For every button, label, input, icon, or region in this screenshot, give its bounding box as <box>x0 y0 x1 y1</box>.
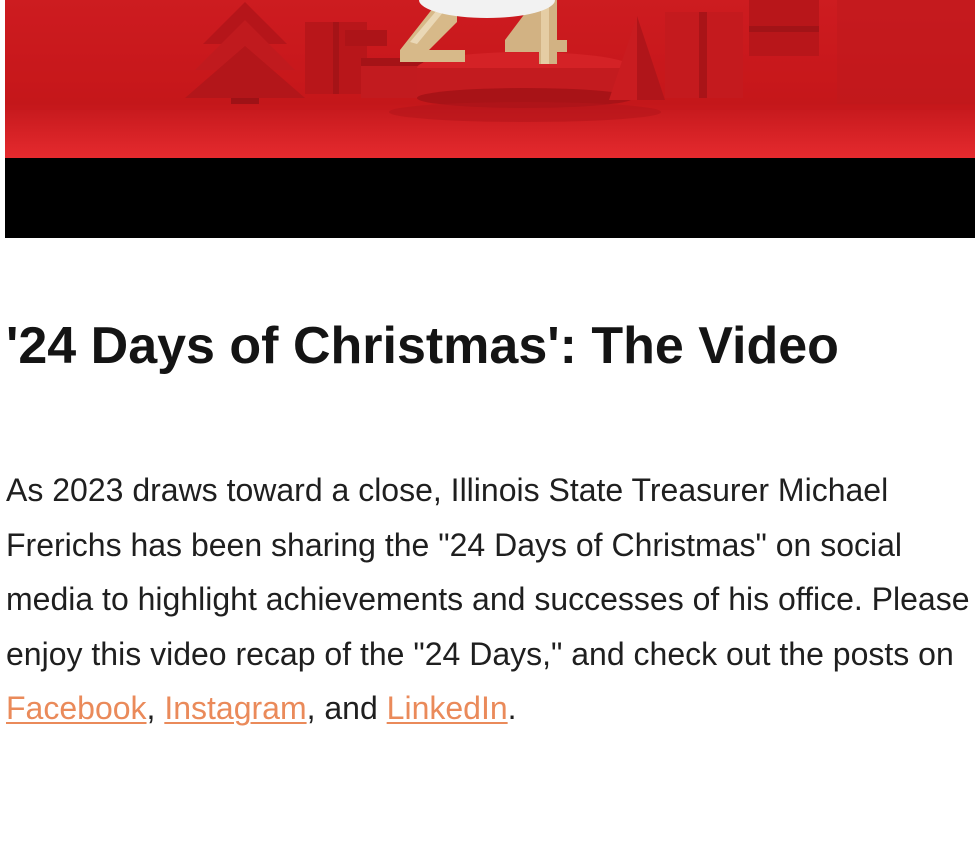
article-intro-text: As 2023 draws toward a close, Illinois S… <box>6 472 970 672</box>
closing-punctuation: . <box>507 690 517 726</box>
hero-black-bar <box>5 158 975 238</box>
article-body: As 2023 draws toward a close, Illinois S… <box>6 463 971 736</box>
instagram-link[interactable]: Instagram <box>164 690 306 726</box>
article-title: '24 Days of Christmas': The Video <box>6 317 839 375</box>
facebook-link[interactable]: Facebook <box>6 690 147 726</box>
christmas-scene-illustration <box>5 0 975 122</box>
hero-image <box>5 0 975 158</box>
separator-text: , <box>146 690 165 726</box>
separator-text: , and <box>306 690 387 726</box>
linkedin-link[interactable]: LinkedIn <box>387 690 508 726</box>
hero-banner <box>5 0 975 238</box>
